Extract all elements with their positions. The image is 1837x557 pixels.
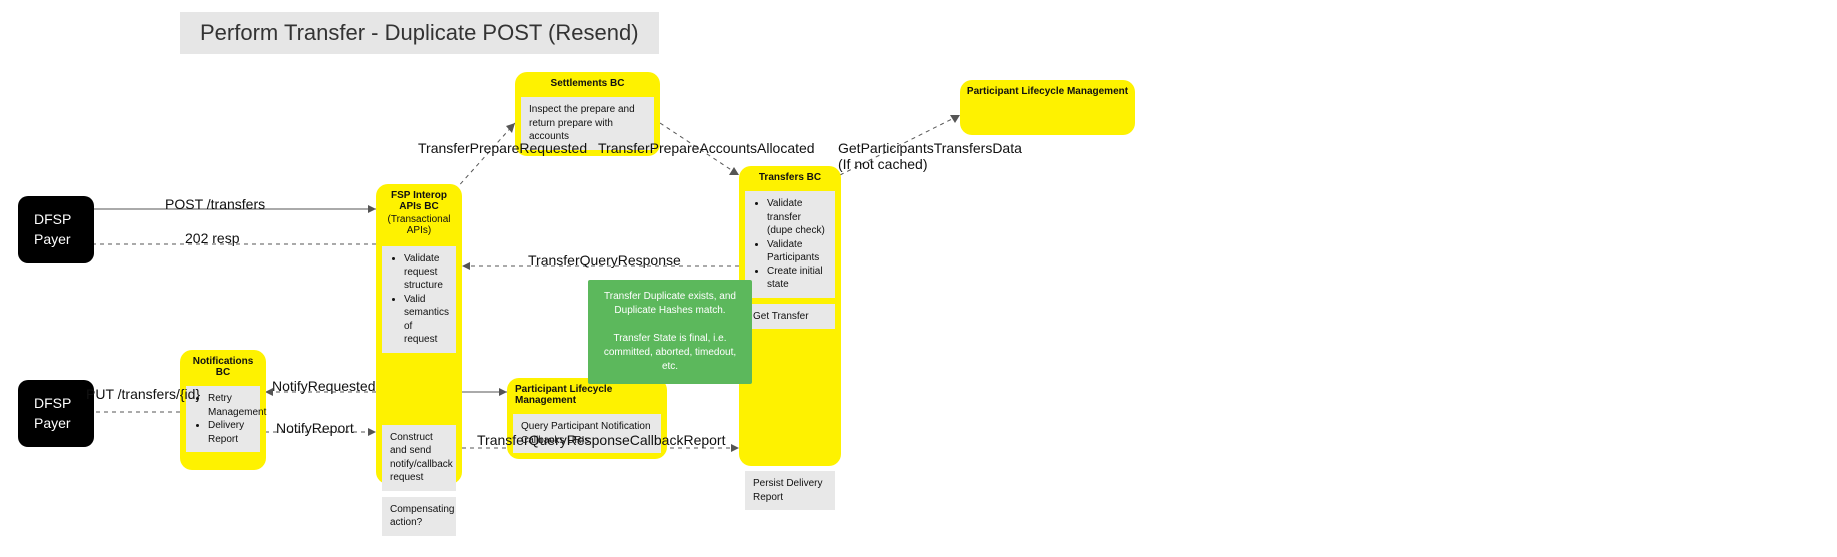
bc-cell: Validate transfer (dupe check) Validate … — [745, 191, 835, 298]
edge-transfer-query-response: TransferQueryResponse — [528, 252, 681, 268]
note-duplicate-state: Transfer Duplicate exists, and Duplicate… — [588, 280, 752, 384]
bc-cell: Construct and send notify/callback reque… — [382, 425, 456, 491]
actor-label: DFSP Payer — [34, 395, 71, 431]
bc-cell: Compensating action? — [382, 497, 456, 536]
list-item: Valid semantics of request — [404, 293, 448, 347]
list-item: Validate request structure — [404, 252, 448, 293]
bc-title: Transfers BC — [739, 166, 841, 185]
edge-tqr-callback-report: TransferQueryResponseCallbackReport — [477, 432, 725, 448]
page-title: Perform Transfer - Duplicate POST (Resen… — [180, 12, 659, 54]
bc-title: Participant Lifecycle Management — [960, 80, 1135, 99]
edge-post-transfers: POST /transfers — [165, 196, 265, 212]
list-item: Validate Participants — [767, 238, 827, 265]
edge-get-participants: GetParticipantsTransfersData (If not cac… — [838, 140, 1022, 172]
list-item: Delivery Report — [208, 419, 252, 446]
bc-cell: Validate request structure Valid semanti… — [382, 246, 456, 353]
list-item: Create initial state — [767, 265, 827, 292]
bc-transfers: Transfers BC Validate transfer (dupe che… — [739, 166, 841, 466]
bc-cell: Persist Delivery Report — [745, 471, 835, 510]
connector-layer — [0, 0, 1837, 557]
diagram-canvas: Perform Transfer - Duplicate POST (Resen… — [0, 0, 1837, 557]
edge-transfer-prepare-requested: TransferPrepareRequested — [418, 140, 587, 156]
bc-title: Settlements BC — [515, 72, 660, 91]
edge-notify-report: NotifyReport — [276, 420, 354, 436]
edge-put-transfers: PUT /transfers/{id} — [86, 386, 200, 402]
actor-dfsp-payer-bottom: DFSP Payer — [18, 380, 94, 447]
bc-subtitle: (Transactional APIs) — [376, 214, 462, 240]
bc-fsp-interop: FSP Interop APIs BC (Transactional APIs)… — [376, 184, 462, 484]
list-item: Validate transfer (dupe check) — [767, 197, 827, 238]
bc-notifications: Notifications BC Retry Management Delive… — [180, 350, 266, 470]
bc-participant-lm-top: Participant Lifecycle Management — [960, 80, 1135, 135]
edge-transfer-prepare-accounts-allocated: TransferPrepareAccountsAllocated — [598, 140, 815, 156]
actor-label: DFSP Payer — [34, 211, 71, 247]
edge-202-resp: 202 resp — [185, 230, 239, 246]
edge-notify-requested: NotifyRequested — [272, 378, 376, 394]
bc-title: FSP Interop APIs BC — [376, 184, 462, 214]
bc-cell: Get Transfer — [745, 304, 835, 330]
bc-title: Notifications BC — [180, 350, 266, 380]
list-item: Retry Management — [208, 392, 252, 419]
actor-dfsp-payer-top: DFSP Payer — [18, 196, 94, 263]
